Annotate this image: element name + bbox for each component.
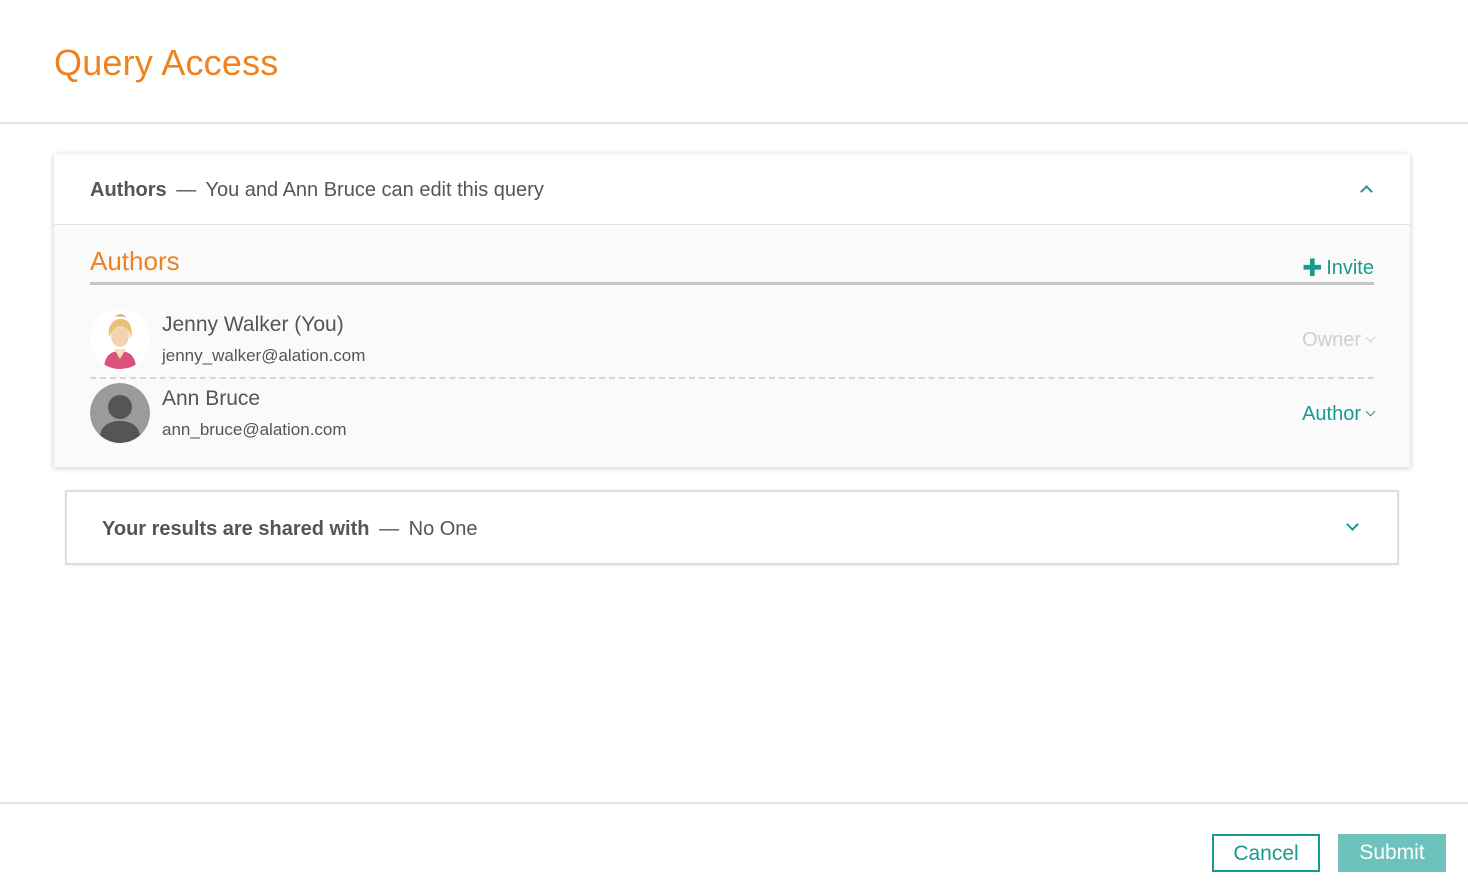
role-dropdown-owner: Owner xyxy=(1302,329,1376,352)
role-label: Owner xyxy=(1302,329,1361,351)
chevron-down-icon xyxy=(1365,332,1376,343)
plus-icon: ✚ xyxy=(1302,255,1323,282)
shared-heading-description: No One xyxy=(408,518,478,540)
invite-button[interactable]: ✚ Invite xyxy=(1302,254,1374,283)
chevron-up-icon[interactable] xyxy=(1360,185,1373,198)
page-title: Query Access xyxy=(54,42,279,83)
avatar xyxy=(90,383,150,443)
authors-section-title: Authors xyxy=(90,246,180,276)
invite-label: Invite xyxy=(1326,257,1374,279)
avatar xyxy=(90,309,150,369)
heading-separator: — xyxy=(176,179,197,201)
member-name: Ann Bruce xyxy=(162,387,261,410)
section-divider xyxy=(90,282,1374,285)
shared-heading-label: Your results are shared with xyxy=(102,518,370,540)
author-row: Jenny Walker (You) jenny_walker@alation.… xyxy=(90,309,1376,379)
authors-panel: Authors — You and Ann Bruce can edit thi… xyxy=(54,154,1410,467)
submit-button[interactable]: Submit xyxy=(1338,834,1446,872)
role-dropdown-author[interactable]: Author xyxy=(1302,403,1376,426)
authors-panel-heading: Authors — You and Ann Bruce can edit thi… xyxy=(90,179,544,202)
authors-heading-description: You and Ann Bruce can edit this query xyxy=(205,179,544,201)
shared-results-panel[interactable]: Your results are shared with — No One xyxy=(65,490,1399,565)
chevron-down-icon xyxy=(1365,406,1376,417)
authors-heading-label: Authors xyxy=(90,179,167,201)
member-email: ann_bruce@alation.com xyxy=(162,420,347,439)
heading-separator: — xyxy=(379,518,400,540)
cancel-button[interactable]: Cancel xyxy=(1212,834,1320,872)
footer-divider xyxy=(0,802,1468,804)
chevron-down-icon[interactable] xyxy=(1346,518,1359,531)
default-user-avatar-icon xyxy=(90,383,150,443)
author-row: Ann Bruce ann_bruce@alation.com Author xyxy=(90,383,1376,455)
female-user-avatar-icon xyxy=(90,309,150,369)
dialog-header: Query Access xyxy=(0,0,1468,124)
role-label: Author xyxy=(1302,403,1361,425)
shared-panel-heading: Your results are shared with — No One xyxy=(102,518,478,541)
authors-panel-header[interactable]: Authors — You and Ann Bruce can edit thi… xyxy=(54,154,1410,225)
member-name: Jenny Walker (You) xyxy=(162,313,344,336)
member-email: jenny_walker@alation.com xyxy=(162,346,366,365)
